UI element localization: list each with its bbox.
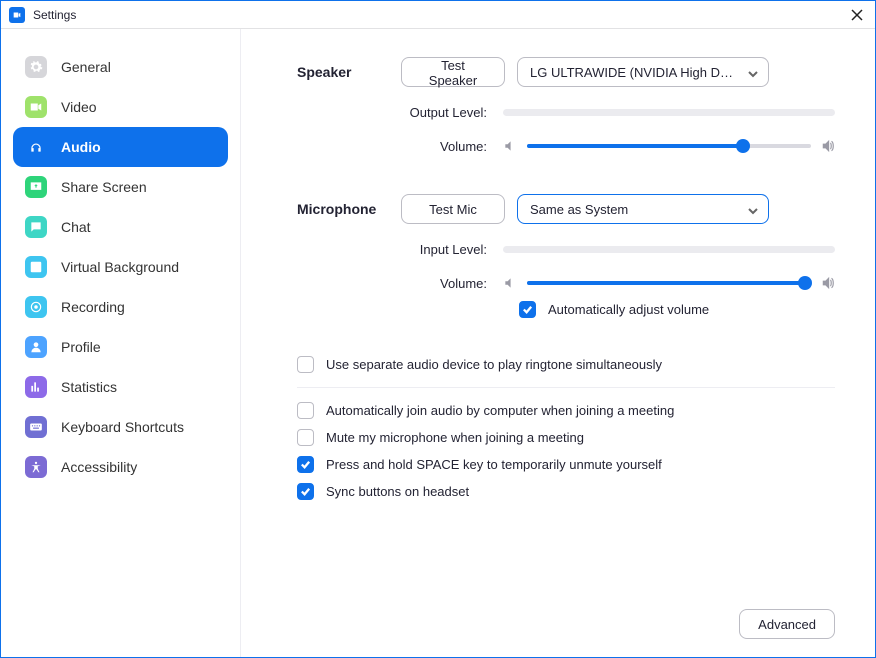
chat-icon — [25, 216, 47, 238]
sidebar-item-recording[interactable]: Recording — [13, 287, 228, 327]
sidebar-item-label: Profile — [61, 339, 101, 355]
audio-option-row: Sync buttons on headset — [297, 483, 835, 500]
separate-ringtone-label: Use separate audio device to play ringto… — [326, 357, 662, 372]
audio-option-row: Automatically join audio by computer whe… — [297, 402, 835, 419]
audio-option-checkbox[interactable] — [297, 402, 314, 419]
sidebar-item-accessibility[interactable]: Accessibility — [13, 447, 228, 487]
sidebar-item-label: Share Screen — [61, 179, 147, 195]
speaker-device-select[interactable]: LG ULTRAWIDE (NVIDIA High Defi... — [517, 57, 769, 87]
sidebar-item-label: Recording — [61, 299, 125, 315]
window-title: Settings — [33, 8, 76, 22]
advanced-button[interactable]: Advanced — [739, 609, 835, 639]
chevron-down-icon — [748, 204, 758, 214]
chevron-down-icon — [748, 67, 758, 77]
speaker-volume-slider[interactable] — [527, 138, 811, 154]
accessibility-icon — [25, 456, 47, 478]
microphone-section: Microphone Test Mic Same as System Input… — [297, 194, 835, 334]
audio-option-label: Automatically join audio by computer whe… — [326, 403, 674, 418]
sidebar-item-label: Video — [61, 99, 97, 115]
divider — [297, 387, 835, 388]
sidebar-item-label: Audio — [61, 139, 101, 155]
sidebar-item-virtual-background[interactable]: Virtual Background — [13, 247, 228, 287]
audio-option-label: Sync buttons on headset — [326, 484, 469, 499]
sidebar-item-profile[interactable]: Profile — [13, 327, 228, 367]
mic-volume-label: Volume: — [297, 276, 503, 291]
sidebar-item-label: Accessibility — [61, 459, 137, 475]
sidebar-item-label: Statistics — [61, 379, 117, 395]
sidebar-item-keyboard-shortcuts[interactable]: Keyboard Shortcuts — [13, 407, 228, 447]
audio-options: Automatically join audio by computer whe… — [297, 402, 835, 510]
sidebar-item-chat[interactable]: Chat — [13, 207, 228, 247]
input-level-label: Input Level: — [297, 242, 503, 257]
headphones-icon — [25, 136, 47, 158]
test-speaker-button[interactable]: Test Speaker — [401, 57, 505, 87]
video-icon — [25, 96, 47, 118]
keyboard-icon — [25, 416, 47, 438]
microphone-device-select[interactable]: Same as System — [517, 194, 769, 224]
share-screen-icon — [25, 176, 47, 198]
profile-icon — [25, 336, 47, 358]
sidebar-item-statistics[interactable]: Statistics — [13, 367, 228, 407]
volume-max-icon — [821, 139, 835, 153]
speaker-section: Speaker Test Speaker LG ULTRAWIDE (NVIDI… — [297, 57, 835, 172]
auto-adjust-volume-checkbox[interactable] — [519, 301, 536, 318]
statistics-icon — [25, 376, 47, 398]
sidebar-item-audio[interactable]: Audio — [13, 127, 228, 167]
sidebar-item-video[interactable]: Video — [13, 87, 228, 127]
microphone-device-value: Same as System — [530, 202, 628, 217]
sidebar-item-label: Chat — [61, 219, 91, 235]
microphone-heading: Microphone — [297, 201, 401, 217]
volume-max-icon — [821, 276, 835, 290]
audio-option-row: Mute my microphone when joining a meetin… — [297, 429, 835, 446]
volume-min-icon — [503, 276, 517, 290]
app-icon — [9, 7, 25, 23]
output-level-label: Output Level: — [297, 105, 503, 120]
sidebar-item-label: Virtual Background — [61, 259, 179, 275]
audio-option-checkbox[interactable] — [297, 456, 314, 473]
auto-adjust-volume-label: Automatically adjust volume — [548, 302, 709, 317]
sidebar-item-label: General — [61, 59, 111, 75]
close-button[interactable] — [847, 5, 867, 25]
settings-window: Settings General Video Audio Share Screen Ch… — [0, 0, 876, 658]
audio-option-label: Press and hold SPACE key to temporarily … — [326, 457, 662, 472]
virtual-bg-icon — [25, 256, 47, 278]
audio-option-checkbox[interactable] — [297, 429, 314, 446]
speaker-device-value: LG ULTRAWIDE (NVIDIA High Defi... — [530, 65, 740, 80]
speaker-heading: Speaker — [297, 64, 401, 80]
sidebar: General Video Audio Share Screen Chat Virtual… — [1, 29, 241, 657]
volume-min-icon — [503, 139, 517, 153]
audio-settings-panel: Speaker Test Speaker LG ULTRAWIDE (NVIDI… — [241, 29, 875, 657]
speaker-volume-label: Volume: — [297, 139, 503, 154]
audio-option-checkbox[interactable] — [297, 483, 314, 500]
audio-option-label: Mute my microphone when joining a meetin… — [326, 430, 584, 445]
test-mic-button[interactable]: Test Mic — [401, 194, 505, 224]
titlebar: Settings — [1, 1, 875, 29]
sidebar-item-label: Keyboard Shortcuts — [61, 419, 184, 435]
output-level-meter — [503, 109, 835, 116]
recording-icon — [25, 296, 47, 318]
sidebar-item-general[interactable]: General — [13, 47, 228, 87]
separate-ringtone-checkbox[interactable] — [297, 356, 314, 373]
input-level-meter — [503, 246, 835, 253]
gear-icon — [25, 56, 47, 78]
sidebar-item-share-screen[interactable]: Share Screen — [13, 167, 228, 207]
mic-volume-slider[interactable] — [527, 275, 811, 291]
audio-option-row: Press and hold SPACE key to temporarily … — [297, 456, 835, 473]
